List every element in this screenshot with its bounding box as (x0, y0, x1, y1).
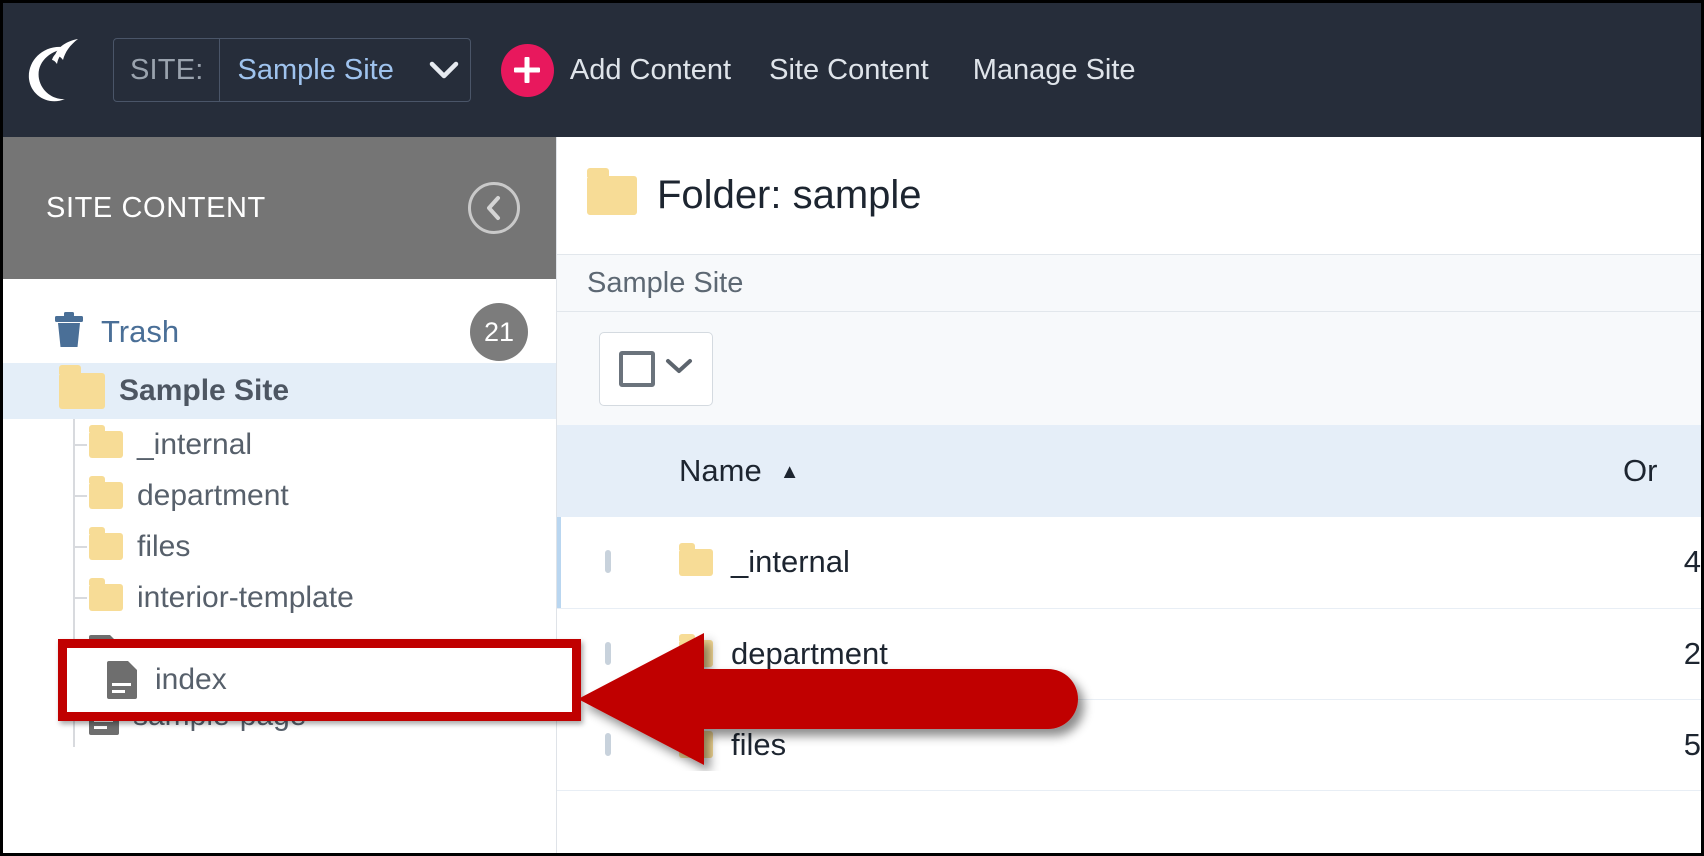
top-navigation-bar: SITE: Sample Site Add Content Site Conte… (3, 3, 1701, 137)
red-pointer-arrow (578, 633, 1078, 765)
folder-icon (89, 476, 123, 509)
row-checkbox-cell (557, 517, 679, 608)
table-row[interactable]: _internal 4 (557, 517, 1701, 608)
select-all-dropdown[interactable] (599, 331, 713, 406)
chevron-down-icon[interactable] (418, 39, 470, 101)
sidebar-item-trash[interactable]: Trash 21 (3, 301, 556, 363)
sidebar-item-sample-site[interactable]: Sample Site (3, 363, 556, 419)
chevron-down-icon (665, 357, 693, 380)
table-header-row: Name ▲ Or (557, 425, 1701, 517)
tree-tick (73, 546, 87, 548)
highlighted-index-item: index (67, 648, 572, 712)
trash-label: Trash (101, 314, 180, 349)
cascade-cms-logo[interactable] (3, 3, 109, 137)
breadcrumb: Sample Site (557, 254, 1701, 312)
sidebar-item-internal[interactable]: _internal (3, 419, 556, 470)
trash-count-badge: 21 (470, 303, 528, 361)
folder-icon (587, 168, 637, 215)
page-title-text: Folder: sample (657, 173, 922, 217)
sidebar-item-label: _internal (137, 427, 253, 461)
add-content-label: Add Content (569, 53, 732, 86)
column-header-order-label: Or (1623, 453, 1658, 488)
listing-toolbar (557, 312, 1701, 425)
sidebar-header: SITE CONTENT (3, 137, 556, 279)
caret-up-icon: ▲ (779, 461, 800, 484)
sidebar-item-files[interactable]: files (3, 521, 556, 572)
folder-icon (89, 527, 123, 560)
sidebar-item-department[interactable]: department (3, 470, 556, 521)
column-header-name[interactable]: Name ▲ (679, 425, 1623, 517)
tree-tick (73, 597, 87, 599)
add-content-button[interactable]: Add Content (500, 43, 732, 97)
row-checkbox[interactable] (605, 550, 611, 574)
folder-icon (89, 425, 123, 458)
red-highlight-box: index (58, 639, 581, 721)
site-content-sidebar: SITE CONTENT Trash 21 Sample Site _inter… (3, 137, 556, 853)
checkbox-icon (619, 350, 655, 387)
header-select-column (557, 425, 679, 517)
main-nav: Site Content Manage Site (769, 54, 1135, 87)
column-header-order[interactable]: Or (1623, 425, 1701, 517)
folder-icon (89, 578, 123, 611)
row-name-cell: _internal (679, 517, 1623, 608)
row-order-value: 5 (1683, 726, 1701, 762)
folder-icon (59, 365, 105, 409)
sidebar-title: SITE CONTENT (46, 191, 266, 224)
sidebar-item-label: files (137, 529, 191, 563)
trash-icon (53, 311, 85, 354)
chevron-left-icon[interactable] (468, 182, 520, 234)
breadcrumb-item-sample-site[interactable]: Sample Site (587, 267, 743, 300)
sidebar-item-label: department (137, 478, 289, 512)
nav-link-manage-site[interactable]: Manage Site (973, 54, 1136, 87)
row-order-value: 2 (1683, 635, 1701, 671)
app-window: SITE: Sample Site Add Content Site Conte… (0, 0, 1704, 856)
column-header-name-label: Name (679, 453, 762, 488)
folder-icon (679, 542, 713, 576)
sidebar-item-label: interior-template (137, 580, 354, 614)
site-selector-value: Sample Site (237, 53, 394, 86)
page-title: Folder: sample (557, 137, 1701, 254)
row-order-value: 4 (1683, 544, 1701, 580)
sidebar-item-label: Sample Site (119, 374, 290, 407)
sidebar-item-interior-template[interactable]: interior-template (3, 572, 556, 623)
page-icon (107, 661, 137, 699)
highlighted-index-label: index (155, 663, 227, 696)
site-selector-label: SITE: (114, 39, 220, 101)
site-selector[interactable]: SITE: Sample Site (113, 38, 471, 102)
plus-icon (500, 43, 554, 97)
row-name-label[interactable]: _internal (731, 544, 850, 580)
nav-link-site-content[interactable]: Site Content (769, 54, 929, 87)
tree-tick (73, 444, 87, 446)
tree-tick (73, 495, 87, 497)
